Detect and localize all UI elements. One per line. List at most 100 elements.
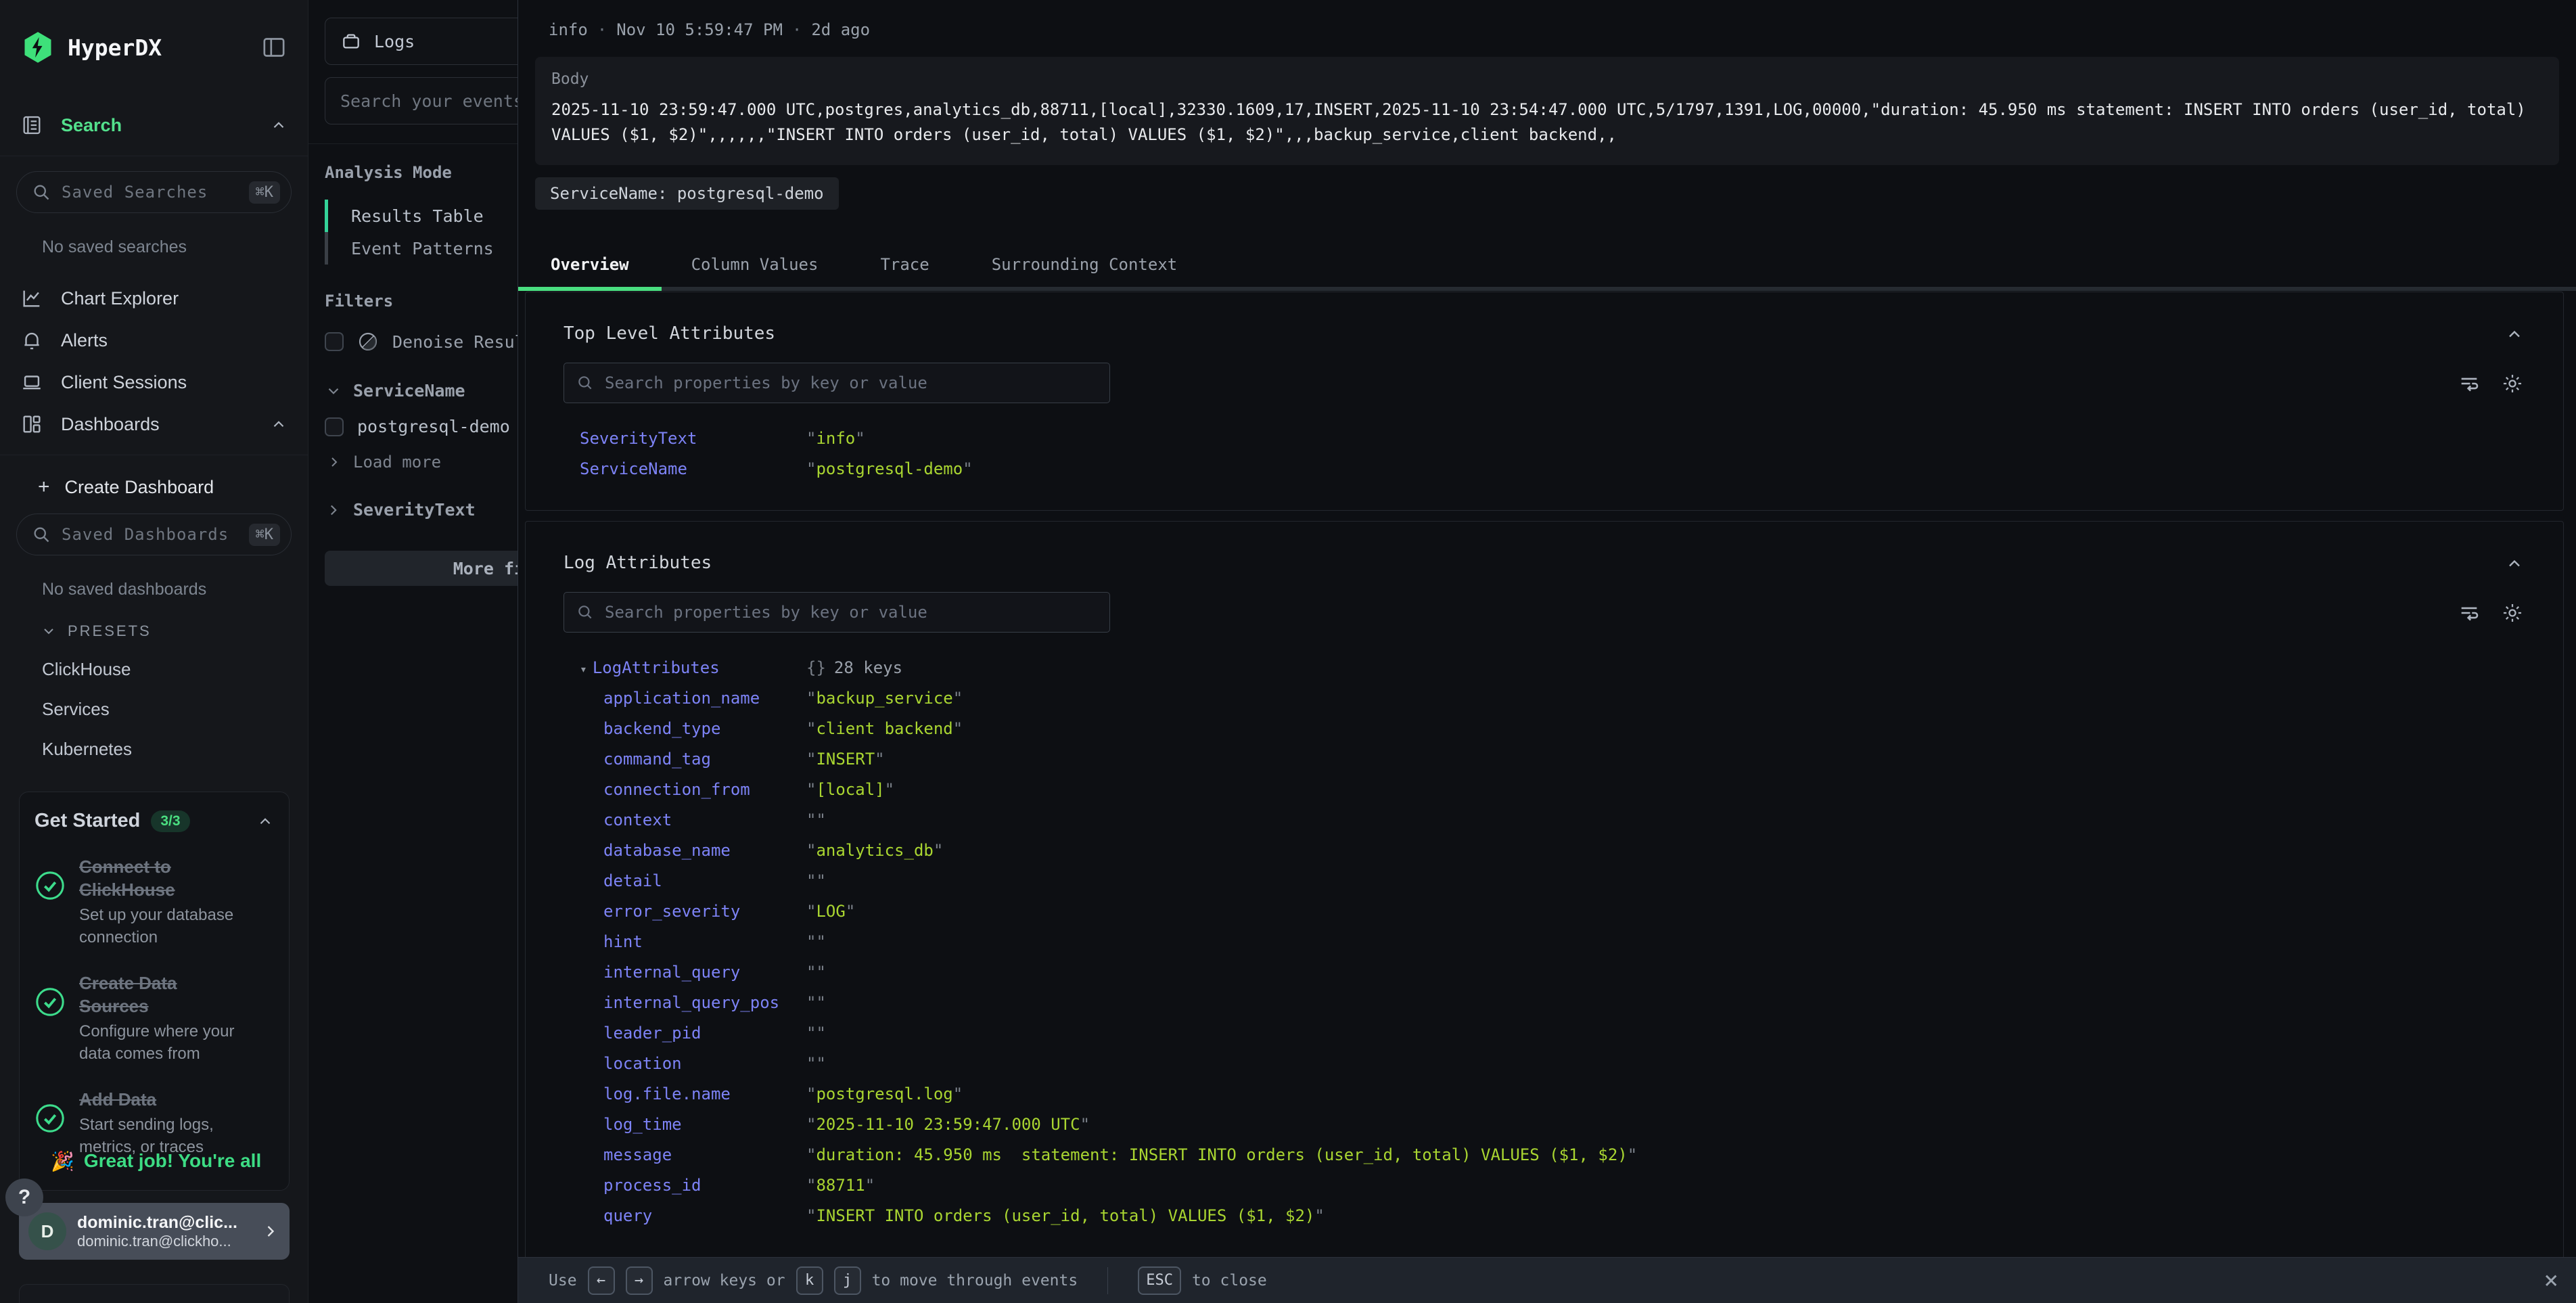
preset-item[interactable]: Kubernetes [42, 739, 308, 760]
get-started-item[interactable]: Create Data Sources Configure where your… [34, 971, 274, 1065]
wrap-lines-icon[interactable] [2458, 372, 2481, 395]
attribute-key[interactable]: message [564, 1145, 806, 1164]
j-key[interactable]: j [834, 1266, 861, 1295]
create-dashboard-button[interactable]: + Create Dashboard [0, 476, 308, 499]
attribute-value[interactable]: analytics_db [806, 841, 943, 860]
laptop-icon [20, 371, 43, 394]
attribute-value[interactable]: 88711 [806, 1176, 875, 1195]
attribute-value[interactable] [806, 1024, 826, 1043]
attribute-value[interactable] [806, 1054, 826, 1073]
attribute-value[interactable]: backup_service [806, 689, 963, 708]
attribute-key[interactable]: command_tag [564, 750, 806, 769]
bell-icon [20, 329, 43, 352]
attribute-value[interactable] [806, 993, 826, 1012]
close-icon[interactable]: × [2544, 1268, 2558, 1293]
preset-item[interactable]: ClickHouse [42, 659, 308, 680]
sidebar-item-label: Chart Explorer [61, 288, 288, 309]
attribute-value[interactable]: LOG [806, 902, 855, 921]
event-header: info·Nov 10 5:59:47 PM·2d ago [518, 0, 2576, 39]
attribute-value[interactable]: INSERT INTO orders (user_id, total) VALU… [806, 1206, 1325, 1225]
attribute-key[interactable]: database_name [564, 841, 806, 860]
attribute-key[interactable]: log_time [564, 1115, 806, 1134]
collapse-sidebar-icon[interactable] [260, 34, 288, 61]
attribute-value[interactable] [806, 963, 826, 982]
search-icon [32, 525, 51, 544]
saved-searches-input[interactable]: Saved Searches ⌘K [16, 171, 292, 213]
attribute-value[interactable]: duration: 45.950 ms statement: INSERT IN… [806, 1145, 1637, 1164]
attribute-key[interactable]: hint [564, 932, 806, 951]
arrow-right-key[interactable]: → [626, 1266, 653, 1295]
wrap-lines-icon[interactable] [2458, 601, 2481, 624]
get-started-item[interactable]: Add Data Start sending logs, metrics, or… [34, 1088, 274, 1158]
braces-icon: {} [806, 658, 826, 677]
attribute-value[interactable]: info [806, 429, 865, 448]
attribute-key[interactable]: process_id [564, 1176, 806, 1195]
attribute-key[interactable]: leader_pid [564, 1024, 806, 1043]
attribute-key[interactable]: internal_query [564, 963, 806, 982]
attribute-key[interactable]: SeverityText [564, 429, 806, 448]
get-started-item[interactable]: Connect to ClickHouse Set up your databa… [34, 855, 274, 948]
service-name-tag[interactable]: ServiceName: postgresql-demo [535, 177, 839, 210]
sidebar-item-alerts[interactable]: Alerts [0, 319, 308, 361]
help-button[interactable]: ? [5, 1179, 43, 1216]
attributes-search-input[interactable]: Search properties by key or value [564, 592, 1110, 633]
presets-toggle[interactable]: PRESETS [41, 622, 308, 640]
get-started-header[interactable]: Get Started 3/3 [34, 810, 274, 832]
esc-key[interactable]: ESC [1138, 1266, 1181, 1295]
attribute-value[interactable]: client backend [806, 719, 963, 738]
attribute-value[interactable]: postgresql-demo [806, 459, 973, 478]
attribute-value[interactable]: postgresql.log [806, 1084, 963, 1103]
attribute-key[interactable]: context [564, 810, 806, 829]
sidebar-item-chart-explorer[interactable]: Chart Explorer [0, 277, 308, 319]
gear-icon[interactable] [2501, 372, 2524, 395]
chevron-up-icon[interactable] [2505, 325, 2524, 344]
attribute-value[interactable]: INSERT [806, 750, 885, 769]
chevron-right-icon [261, 1222, 280, 1241]
sidebar-item-label: Dashboards [61, 414, 252, 435]
attribute-key[interactable]: location [564, 1054, 806, 1073]
saved-dashboards-placeholder: Saved Dashboards [62, 525, 238, 544]
attribute-key[interactable]: ServiceName [564, 459, 806, 478]
detail-tab[interactable]: Surrounding Context [992, 255, 1178, 274]
sidebar-item-dashboards[interactable]: Dashboards [0, 403, 308, 445]
attribute-row: message duration: 45.950 ms statement: I… [564, 1145, 2525, 1176]
user-menu[interactable]: D dominic.tran@clic... dominic.tran@clic… [19, 1203, 290, 1260]
attribute-row: process_id 88711 [564, 1176, 2525, 1206]
detail-tab[interactable]: Column Values [691, 255, 819, 274]
get-started-item-title: Create Data Sources [79, 971, 235, 1018]
denoise-checkbox[interactable] [325, 332, 344, 351]
k-key[interactable]: k [796, 1266, 823, 1295]
attribute-row: ServiceName postgresql-demo [564, 459, 2525, 490]
detail-tab[interactable]: Trace [880, 255, 929, 274]
attribute-root-row: ▾LogAttributes {}28 keys [564, 658, 2525, 689]
sidebar-item-client-sessions[interactable]: Client Sessions [0, 361, 308, 403]
attribute-value[interactable]: [local] [806, 780, 894, 799]
attribute-value[interactable] [806, 932, 826, 951]
attribute-key[interactable]: backend_type [564, 719, 806, 738]
user-name: dominic.tran@clic... [77, 1213, 250, 1233]
attribute-key[interactable]: detail [564, 871, 806, 890]
attribute-value[interactable]: 2025-11-10 23:59:47.000 UTC [806, 1115, 1090, 1134]
attribute-key[interactable]: internal_query_pos [564, 993, 806, 1012]
attribute-row: internal_query [564, 963, 2525, 993]
preset-item[interactable]: Services [42, 699, 308, 720]
attribute-row: backend_type client backend [564, 719, 2525, 750]
attribute-value[interactable] [806, 810, 826, 829]
chevron-up-icon[interactable] [2505, 554, 2524, 573]
sidebar-item-search[interactable]: Search [0, 104, 308, 146]
attribute-value[interactable] [806, 871, 826, 890]
attribute-root-key[interactable]: ▾LogAttributes [564, 658, 806, 677]
detail-tab[interactable]: Overview [551, 255, 629, 274]
attributes-search-input[interactable]: Search properties by key or value [564, 363, 1110, 403]
attribute-key[interactable]: error_severity [564, 902, 806, 921]
attribute-key[interactable]: log.file.name [564, 1084, 806, 1103]
saved-dashboards-input[interactable]: Saved Dashboards ⌘K [16, 513, 292, 555]
attribute-row: location [564, 1054, 2525, 1084]
attribute-key[interactable]: query [564, 1206, 806, 1225]
attribute-key[interactable]: connection_from [564, 780, 806, 799]
gear-icon[interactable] [2501, 601, 2524, 624]
search-icon [32, 183, 51, 202]
filter-value-checkbox[interactable] [325, 417, 344, 436]
attribute-key[interactable]: application_name [564, 689, 806, 708]
arrow-left-key[interactable]: ← [588, 1266, 615, 1295]
